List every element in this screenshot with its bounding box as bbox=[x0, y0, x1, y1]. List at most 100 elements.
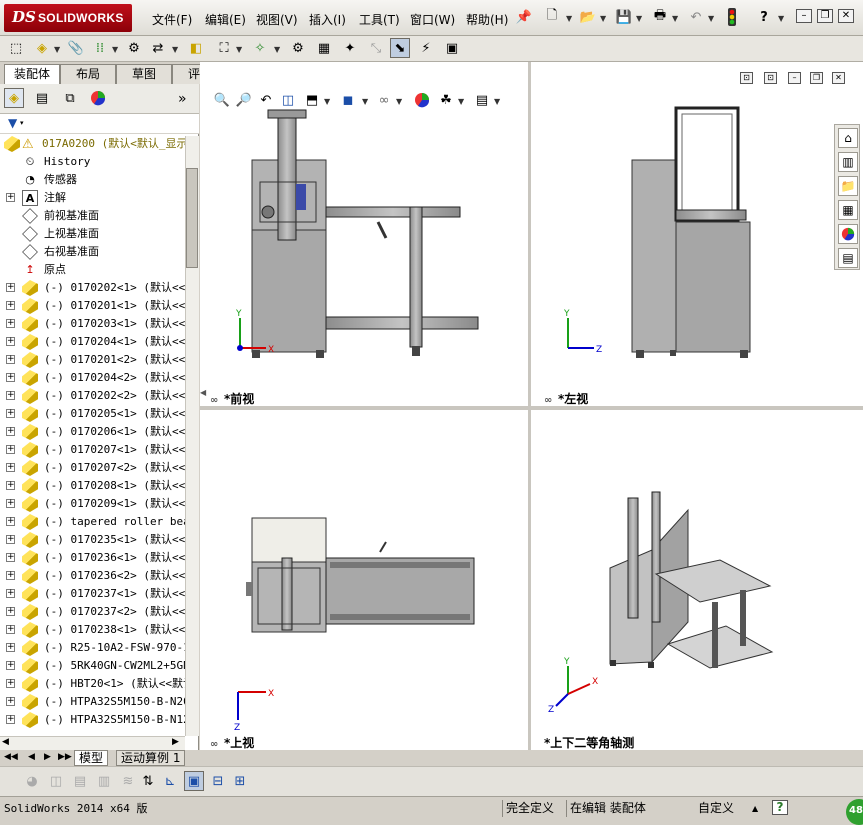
single-view-icon[interactable]: ▣ bbox=[184, 771, 204, 791]
display-style-icon[interactable]: ◼ bbox=[338, 90, 358, 110]
hide-show-dropdown-icon[interactable]: ▼ bbox=[396, 97, 402, 106]
tree-item-component[interactable]: + (-) 0170204<1> (默认<<默 bbox=[0, 333, 186, 351]
expand-icon[interactable]: + bbox=[6, 553, 15, 562]
expand-icon[interactable]: + bbox=[6, 517, 15, 526]
tree-item-component[interactable]: + (-) tapered roller bear bbox=[0, 513, 186, 531]
expand-icon[interactable]: + bbox=[6, 193, 15, 202]
viewport-close-icon[interactable]: ✕ bbox=[832, 72, 845, 84]
curvature-icon[interactable]: ≋ bbox=[118, 771, 138, 791]
scene-dropdown-icon[interactable]: ▼ bbox=[458, 97, 464, 106]
tab-layout[interactable]: 布局 bbox=[60, 64, 116, 84]
expand-icon[interactable]: + bbox=[6, 337, 15, 346]
new-part-icon[interactable]: ◈ bbox=[32, 38, 52, 58]
pattern-dropdown-icon[interactable]: ▼ bbox=[112, 45, 118, 54]
bill-of-materials-icon[interactable]: ▦ bbox=[314, 38, 334, 58]
expand-icon[interactable]: + bbox=[6, 625, 15, 634]
tree-item-component[interactable]: + (-) HTPA32S5M150-B-N20< bbox=[0, 693, 186, 711]
expand-icon[interactable]: + bbox=[6, 409, 15, 418]
tree-item-component[interactable]: + (-) 0170201<2> (默认<<默 bbox=[0, 351, 186, 369]
design-library-icon[interactable]: ▥ bbox=[838, 152, 858, 172]
expand-icon[interactable]: + bbox=[6, 283, 15, 292]
expand-icon[interactable]: + bbox=[6, 607, 15, 616]
help-dropdown-icon[interactable]: ▼ bbox=[778, 14, 784, 23]
menu-tools[interactable]: 工具(T) bbox=[359, 11, 400, 28]
feature-manager-tree-icon[interactable]: ◈ bbox=[4, 88, 24, 108]
help-status-icon[interactable]: ? bbox=[772, 800, 788, 815]
edit-appearance-icon[interactable] bbox=[412, 90, 432, 110]
viewport-link2-icon[interactable]: ⊡ bbox=[764, 72, 777, 84]
new-document-icon[interactable]: 🗋 bbox=[542, 7, 562, 27]
display-style-dropdown-icon[interactable]: ▼ bbox=[362, 97, 368, 106]
expand-icon[interactable]: + bbox=[6, 391, 15, 400]
shaded-icon[interactable]: ◕ bbox=[22, 771, 42, 791]
expand-icon[interactable]: + bbox=[6, 355, 15, 364]
zoom-to-area-icon[interactable]: 🔎 bbox=[234, 90, 254, 110]
orientation-dropdown-icon[interactable]: ▼ bbox=[324, 97, 330, 106]
custom-properties-icon[interactable]: ▤ bbox=[838, 248, 858, 268]
expand-icon[interactable]: + bbox=[6, 373, 15, 382]
tree-item-component[interactable]: + (-) 0170208<1> (默认<<默 bbox=[0, 477, 186, 495]
viewport-restore-icon[interactable]: ❐ bbox=[810, 72, 823, 84]
tree-item-component[interactable]: + (-) HBT20<1> (默认<<默认 bbox=[0, 675, 186, 693]
save-icon[interactable]: 💾 bbox=[614, 7, 634, 27]
filter-dropdown-icon[interactable]: ▾ bbox=[20, 119, 24, 127]
smart-fasteners-icon[interactable]: ⚙ bbox=[124, 38, 144, 58]
menu-insert[interactable]: 插入(I) bbox=[309, 11, 346, 28]
tree-item[interactable]: 前视基准面 bbox=[0, 207, 186, 225]
view-orientation-icon[interactable]: ⬒ bbox=[302, 90, 322, 110]
notification-badge[interactable]: 48 bbox=[846, 799, 863, 825]
expand-icon[interactable]: + bbox=[6, 571, 15, 580]
tree-item-component[interactable]: + (-) HTPA32S5M150-B-N12< bbox=[0, 711, 186, 729]
expand-icon[interactable]: + bbox=[6, 661, 15, 670]
tab-scroll-first-icon[interactable]: ◀◀ bbox=[4, 752, 18, 762]
expand-icon[interactable]: + bbox=[6, 427, 15, 436]
filter-icon[interactable]: ▼ bbox=[8, 116, 17, 130]
tree-item[interactable]: + A 注解 bbox=[0, 189, 186, 207]
viewport-splitter-horizontal[interactable] bbox=[200, 406, 863, 410]
reference-geometry-icon[interactable]: ✧ bbox=[250, 38, 270, 58]
open-folder-icon[interactable]: 📂 bbox=[578, 7, 598, 27]
link-views-icon[interactable]: ∞ bbox=[210, 739, 224, 750]
take-snapshot-icon[interactable]: ▣ bbox=[442, 38, 462, 58]
solidworks-logo[interactable]: DS SOLIDWORKS bbox=[4, 4, 132, 32]
show-hidden-icon[interactable]: ◧ bbox=[186, 38, 206, 58]
expand-icon[interactable]: + bbox=[6, 697, 15, 706]
expand-icon[interactable]: + bbox=[6, 445, 15, 454]
four-view-icon[interactable]: ⊞ bbox=[230, 771, 250, 791]
expand-icon[interactable]: + bbox=[6, 463, 15, 472]
section-icon[interactable]: ⇅ bbox=[138, 771, 158, 791]
tree-item-component[interactable]: + (-) 0170237<1> (默认<<默 bbox=[0, 585, 186, 603]
new-dropdown-icon[interactable]: ▼ bbox=[566, 14, 572, 23]
hide-show-items-icon[interactable]: ∞ bbox=[374, 90, 394, 110]
horizontal-scrollbar[interactable]: ◀ ▶ bbox=[0, 736, 185, 750]
tree-item-component[interactable]: + (-) 0170201<1> (默认<<默 bbox=[0, 297, 186, 315]
tree-item-component[interactable]: + (-) R25-10A2-FSW-970-11 bbox=[0, 639, 186, 657]
solidworks-resources-icon[interactable]: ⌂ bbox=[838, 128, 858, 148]
viewport-minimize-icon[interactable]: – bbox=[788, 72, 801, 84]
tree-item-component[interactable]: + (-) 0170206<1> (默认<<默 bbox=[0, 423, 186, 441]
undo-dropdown-icon[interactable]: ▼ bbox=[708, 14, 714, 23]
undo-icon[interactable]: ↶ bbox=[686, 7, 706, 27]
view-settings-icon[interactable]: ▤ bbox=[472, 90, 492, 110]
insert-components-icon[interactable]: ⬚ bbox=[6, 38, 26, 58]
file-explorer-icon[interactable]: 📁 bbox=[838, 176, 858, 196]
tree-item[interactable]: ⏲ History bbox=[0, 153, 186, 171]
tree-item-component[interactable]: + (-) 0170209<1> (默认<<默 bbox=[0, 495, 186, 513]
two-view-icon[interactable]: ⊟ bbox=[208, 771, 228, 791]
expand-icon[interactable]: + bbox=[6, 301, 15, 310]
tab-sketch[interactable]: 草图 bbox=[116, 64, 172, 84]
restore-icon[interactable]: ❐ bbox=[817, 9, 833, 23]
tree-root[interactable]: ⚠ 017A0200 (默认<默认_显示 bbox=[0, 135, 186, 153]
configuration-manager-icon[interactable]: ⧉ bbox=[60, 88, 80, 108]
display-manager-icon[interactable] bbox=[88, 88, 108, 108]
tree-item-component[interactable]: + (-) 5RK40GN-CW2ML2+5GN1 bbox=[0, 657, 186, 675]
tree-item-component[interactable]: + (-) 0170204<2> (默认<<默 bbox=[0, 369, 186, 387]
link-views-icon[interactable]: ∞ bbox=[544, 395, 558, 406]
tree-item-component[interactable]: + (-) 0170205<1> (默认<<默 bbox=[0, 405, 186, 423]
tree-item-component[interactable]: + (-) 0170202<1> (默认<<默 bbox=[0, 279, 186, 297]
expand-icon[interactable]: + bbox=[6, 481, 15, 490]
print-icon[interactable]: 🖶 bbox=[650, 7, 670, 27]
open-dropdown-icon[interactable]: ▼ bbox=[600, 14, 606, 23]
expand-panel-icon[interactable]: » bbox=[178, 91, 187, 107]
hlr-icon[interactable]: ◫ bbox=[46, 771, 66, 791]
